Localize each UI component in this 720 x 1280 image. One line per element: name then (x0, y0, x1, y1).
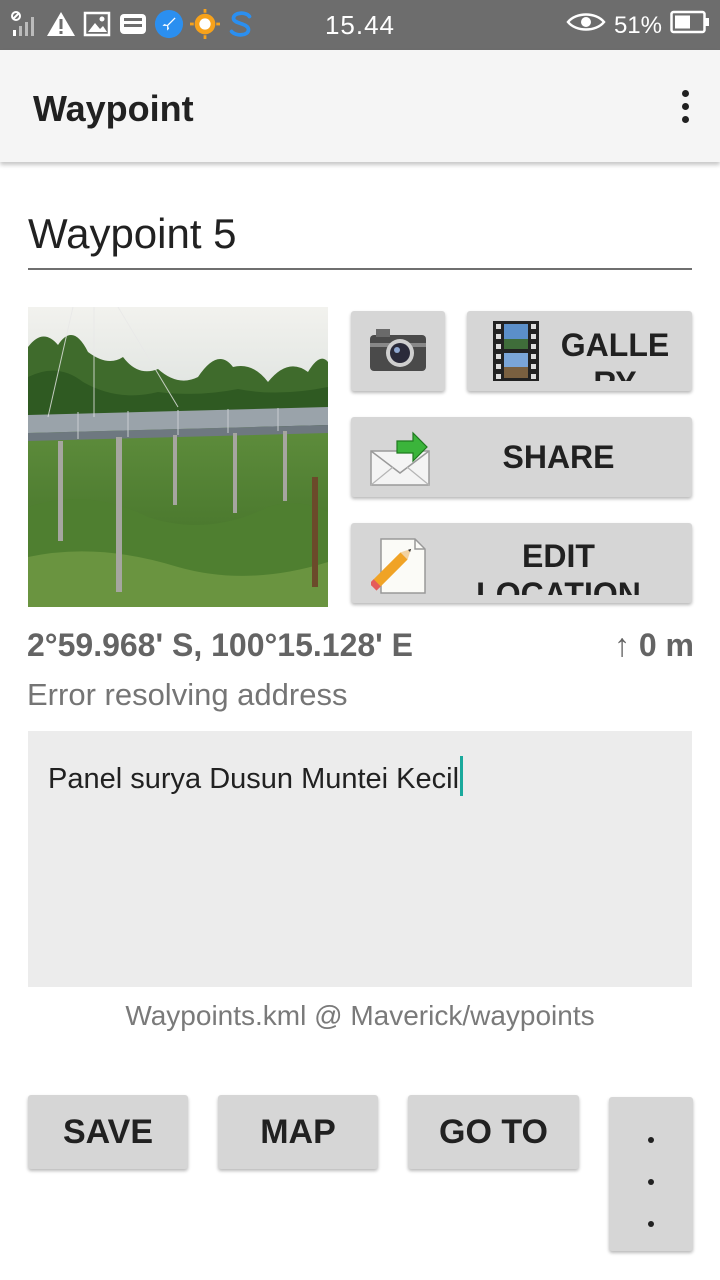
battery-percent: 51% (613, 11, 662, 39)
notes-text: Panel surya Dusun Muntei Kecil (48, 763, 460, 795)
status-bar: 15.44 51% (0, 0, 720, 50)
go-to-button[interactable]: GO TO (408, 1095, 579, 1169)
app-toolbar: Waypoint (0, 50, 720, 162)
more-actions-button[interactable] (609, 1097, 693, 1251)
edit-location-button[interactable]: EDIT LOCATION (351, 523, 692, 603)
address-text: Error resolving address (27, 677, 348, 712)
waypoint-name-input[interactable]: Waypoint 5 (28, 204, 692, 270)
page-title: Waypoint (33, 88, 194, 129)
save-button[interactable]: SAVE (28, 1095, 188, 1169)
film-strip-icon (493, 321, 539, 386)
edit-location-label: EDIT LOCATION (476, 538, 641, 595)
coordinates-text: 2°59.968' S, 100°15.128' E (27, 627, 413, 663)
camera-icon (368, 325, 428, 380)
status-icons-right: 51% (566, 10, 710, 41)
battery-icon (670, 10, 710, 41)
more-vertical-icon[interactable] (670, 80, 700, 132)
share-button[interactable]: SHARE (351, 417, 692, 497)
share-label: SHARE (502, 439, 615, 475)
camera-button[interactable] (351, 311, 445, 391)
email-icon (369, 427, 431, 492)
notes-textarea[interactable]: Panel surya Dusun Muntei Kecil (28, 731, 692, 987)
gallery-label: GALLERY (560, 327, 670, 381)
edit-pencil-icon (369, 533, 429, 600)
altitude-text: ↑ 0 m (613, 627, 694, 663)
eye-icon (566, 11, 606, 40)
file-path-text: Waypoints.kml @ Maverick/waypoints (125, 1000, 595, 1031)
waypoint-photo[interactable] (28, 307, 328, 607)
gallery-button[interactable]: GALLERY (467, 311, 692, 391)
text-cursor (460, 756, 464, 796)
map-button[interactable]: MAP (218, 1095, 378, 1169)
